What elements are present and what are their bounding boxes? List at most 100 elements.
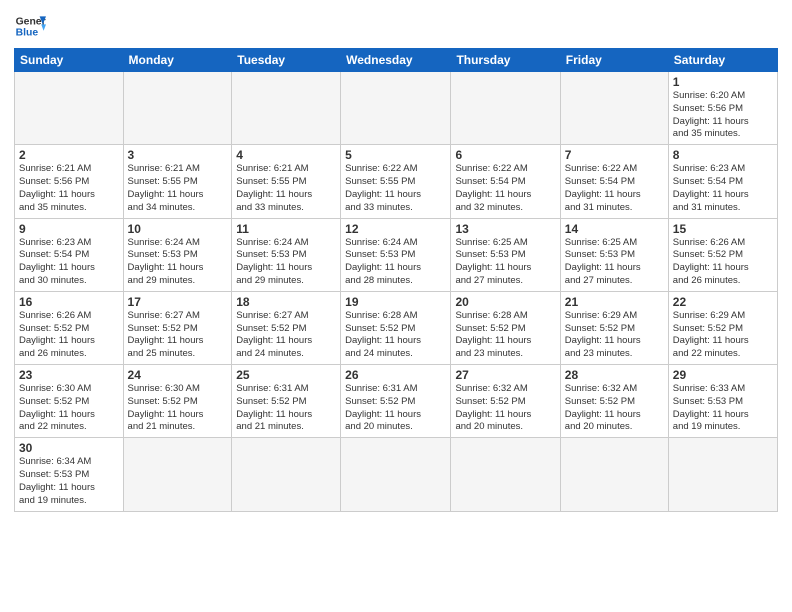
day-number: 7: [565, 148, 664, 162]
day-info: Sunrise: 6:30 AMSunset: 5:52 PMDaylight:…: [128, 383, 228, 434]
day-info: Sunrise: 6:31 AMSunset: 5:52 PMDaylight:…: [345, 383, 446, 434]
calendar-cell: [15, 72, 124, 145]
calendar-cell: [123, 72, 232, 145]
day-number: 17: [128, 295, 228, 309]
header: General Blue: [14, 10, 778, 42]
day-info: Sunrise: 6:28 AMSunset: 5:52 PMDaylight:…: [455, 310, 555, 361]
day-number: 25: [236, 368, 336, 382]
day-info: Sunrise: 6:29 AMSunset: 5:52 PMDaylight:…: [565, 310, 664, 361]
day-info: Sunrise: 6:21 AMSunset: 5:55 PMDaylight:…: [128, 163, 228, 214]
day-number: 1: [673, 75, 773, 89]
calendar-cell: 20Sunrise: 6:28 AMSunset: 5:52 PMDayligh…: [451, 291, 560, 364]
day-number: 23: [19, 368, 119, 382]
day-info: Sunrise: 6:21 AMSunset: 5:56 PMDaylight:…: [19, 163, 119, 214]
calendar-cell: 17Sunrise: 6:27 AMSunset: 5:52 PMDayligh…: [123, 291, 232, 364]
day-info: Sunrise: 6:26 AMSunset: 5:52 PMDaylight:…: [673, 237, 773, 288]
calendar-cell: [560, 438, 668, 511]
day-number: 11: [236, 222, 336, 236]
calendar-table: SundayMondayTuesdayWednesdayThursdayFrid…: [14, 48, 778, 512]
weekday-header-thursday: Thursday: [451, 49, 560, 72]
day-number: 24: [128, 368, 228, 382]
svg-text:Blue: Blue: [16, 28, 39, 39]
calendar-cell: 9Sunrise: 6:23 AMSunset: 5:54 PMDaylight…: [15, 218, 124, 291]
day-number: 19: [345, 295, 446, 309]
day-number: 2: [19, 148, 119, 162]
calendar-cell: 14Sunrise: 6:25 AMSunset: 5:53 PMDayligh…: [560, 218, 668, 291]
day-info: Sunrise: 6:22 AMSunset: 5:54 PMDaylight:…: [565, 163, 664, 214]
day-number: 18: [236, 295, 336, 309]
calendar-week-row-4: 16Sunrise: 6:26 AMSunset: 5:52 PMDayligh…: [15, 291, 778, 364]
day-info: Sunrise: 6:23 AMSunset: 5:54 PMDaylight:…: [19, 237, 119, 288]
calendar-cell: [341, 72, 451, 145]
day-info: Sunrise: 6:32 AMSunset: 5:52 PMDaylight:…: [455, 383, 555, 434]
calendar-cell: 19Sunrise: 6:28 AMSunset: 5:52 PMDayligh…: [341, 291, 451, 364]
calendar-cell: 4Sunrise: 6:21 AMSunset: 5:55 PMDaylight…: [232, 145, 341, 218]
weekday-header-sunday: Sunday: [15, 49, 124, 72]
day-number: 27: [455, 368, 555, 382]
calendar-cell: 1Sunrise: 6:20 AMSunset: 5:56 PMDaylight…: [668, 72, 777, 145]
day-number: 5: [345, 148, 446, 162]
day-info: Sunrise: 6:22 AMSunset: 5:55 PMDaylight:…: [345, 163, 446, 214]
day-info: Sunrise: 6:25 AMSunset: 5:53 PMDaylight:…: [565, 237, 664, 288]
day-info: Sunrise: 6:24 AMSunset: 5:53 PMDaylight:…: [236, 237, 336, 288]
calendar-cell: 8Sunrise: 6:23 AMSunset: 5:54 PMDaylight…: [668, 145, 777, 218]
calendar-cell: 7Sunrise: 6:22 AMSunset: 5:54 PMDaylight…: [560, 145, 668, 218]
calendar-cell: [668, 438, 777, 511]
calendar-cell: 24Sunrise: 6:30 AMSunset: 5:52 PMDayligh…: [123, 365, 232, 438]
day-info: Sunrise: 6:32 AMSunset: 5:52 PMDaylight:…: [565, 383, 664, 434]
day-info: Sunrise: 6:30 AMSunset: 5:52 PMDaylight:…: [19, 383, 119, 434]
calendar-cell: 27Sunrise: 6:32 AMSunset: 5:52 PMDayligh…: [451, 365, 560, 438]
calendar-cell: [232, 72, 341, 145]
calendar-cell: [451, 72, 560, 145]
day-number: 16: [19, 295, 119, 309]
weekday-header-monday: Monday: [123, 49, 232, 72]
day-number: 13: [455, 222, 555, 236]
day-info: Sunrise: 6:22 AMSunset: 5:54 PMDaylight:…: [455, 163, 555, 214]
day-info: Sunrise: 6:34 AMSunset: 5:53 PMDaylight:…: [19, 456, 119, 507]
day-info: Sunrise: 6:24 AMSunset: 5:53 PMDaylight:…: [345, 237, 446, 288]
calendar-cell: [232, 438, 341, 511]
weekday-header-row: SundayMondayTuesdayWednesdayThursdayFrid…: [15, 49, 778, 72]
calendar-cell: 26Sunrise: 6:31 AMSunset: 5:52 PMDayligh…: [341, 365, 451, 438]
calendar-week-row-2: 2Sunrise: 6:21 AMSunset: 5:56 PMDaylight…: [15, 145, 778, 218]
calendar-cell: 15Sunrise: 6:26 AMSunset: 5:52 PMDayligh…: [668, 218, 777, 291]
page: General Blue SundayMondayTuesdayWednesda…: [0, 0, 792, 612]
calendar-cell: 18Sunrise: 6:27 AMSunset: 5:52 PMDayligh…: [232, 291, 341, 364]
calendar-cell: 29Sunrise: 6:33 AMSunset: 5:53 PMDayligh…: [668, 365, 777, 438]
day-info: Sunrise: 6:24 AMSunset: 5:53 PMDaylight:…: [128, 237, 228, 288]
day-info: Sunrise: 6:33 AMSunset: 5:53 PMDaylight:…: [673, 383, 773, 434]
day-number: 29: [673, 368, 773, 382]
calendar-cell: 23Sunrise: 6:30 AMSunset: 5:52 PMDayligh…: [15, 365, 124, 438]
day-number: 22: [673, 295, 773, 309]
calendar-cell: 28Sunrise: 6:32 AMSunset: 5:52 PMDayligh…: [560, 365, 668, 438]
calendar-cell: 12Sunrise: 6:24 AMSunset: 5:53 PMDayligh…: [341, 218, 451, 291]
day-number: 9: [19, 222, 119, 236]
calendar-cell: 21Sunrise: 6:29 AMSunset: 5:52 PMDayligh…: [560, 291, 668, 364]
weekday-header-friday: Friday: [560, 49, 668, 72]
day-number: 3: [128, 148, 228, 162]
day-number: 4: [236, 148, 336, 162]
calendar-week-row-5: 23Sunrise: 6:30 AMSunset: 5:52 PMDayligh…: [15, 365, 778, 438]
day-info: Sunrise: 6:27 AMSunset: 5:52 PMDaylight:…: [128, 310, 228, 361]
day-number: 6: [455, 148, 555, 162]
day-number: 20: [455, 295, 555, 309]
day-number: 8: [673, 148, 773, 162]
calendar-cell: 10Sunrise: 6:24 AMSunset: 5:53 PMDayligh…: [123, 218, 232, 291]
calendar-week-row-1: 1Sunrise: 6:20 AMSunset: 5:56 PMDaylight…: [15, 72, 778, 145]
day-info: Sunrise: 6:27 AMSunset: 5:52 PMDaylight:…: [236, 310, 336, 361]
calendar-cell: 5Sunrise: 6:22 AMSunset: 5:55 PMDaylight…: [341, 145, 451, 218]
day-info: Sunrise: 6:28 AMSunset: 5:52 PMDaylight:…: [345, 310, 446, 361]
weekday-header-wednesday: Wednesday: [341, 49, 451, 72]
day-info: Sunrise: 6:29 AMSunset: 5:52 PMDaylight:…: [673, 310, 773, 361]
calendar-cell: 3Sunrise: 6:21 AMSunset: 5:55 PMDaylight…: [123, 145, 232, 218]
day-number: 12: [345, 222, 446, 236]
day-number: 10: [128, 222, 228, 236]
calendar-cell: 22Sunrise: 6:29 AMSunset: 5:52 PMDayligh…: [668, 291, 777, 364]
calendar-cell: 25Sunrise: 6:31 AMSunset: 5:52 PMDayligh…: [232, 365, 341, 438]
day-number: 15: [673, 222, 773, 236]
day-info: Sunrise: 6:31 AMSunset: 5:52 PMDaylight:…: [236, 383, 336, 434]
calendar-cell: 6Sunrise: 6:22 AMSunset: 5:54 PMDaylight…: [451, 145, 560, 218]
day-info: Sunrise: 6:25 AMSunset: 5:53 PMDaylight:…: [455, 237, 555, 288]
calendar-cell: [341, 438, 451, 511]
day-info: Sunrise: 6:20 AMSunset: 5:56 PMDaylight:…: [673, 90, 773, 141]
